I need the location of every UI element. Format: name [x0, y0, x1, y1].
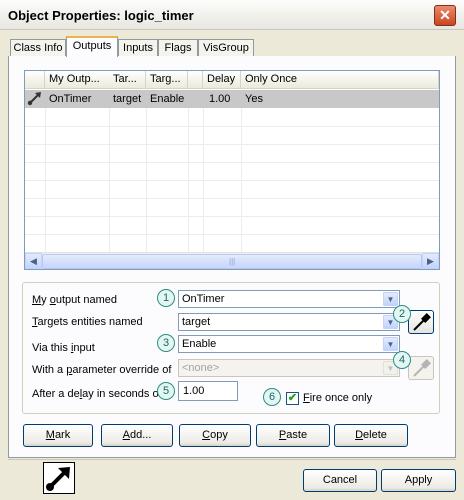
- input-label: Via this input: [32, 342, 95, 354]
- chevron-down-icon[interactable]: ▼: [383, 337, 398, 351]
- output-dropdown[interactable]: OnTimer ▼: [178, 290, 400, 308]
- badge-5: 5: [157, 382, 175, 400]
- entity-output-icon: [43, 462, 75, 494]
- table-row[interactable]: OnTimer target Enable 1.00 Yes: [25, 90, 439, 108]
- cell-my-output: OnTimer: [49, 93, 92, 105]
- delay-input[interactable]: 1.00: [178, 381, 238, 401]
- parameter-label: With a parameter override of: [32, 364, 172, 376]
- badge-1: 1: [157, 289, 175, 307]
- chevron-down-icon[interactable]: ▼: [383, 292, 398, 306]
- tab-flags[interactable]: Flags: [158, 39, 198, 57]
- column-header-delay[interactable]: Delay: [203, 71, 241, 89]
- fire-once-label[interactable]: Fire once only: [303, 392, 372, 404]
- targets-label: Targets entities named: [32, 316, 143, 328]
- column-header-target[interactable]: Tar...: [109, 71, 146, 89]
- input-dropdown[interactable]: Enable ▼: [178, 335, 400, 353]
- scroll-grip-icon: |||: [229, 257, 236, 266]
- scroll-left-button[interactable]: ◀: [25, 253, 42, 269]
- scroll-right-button[interactable]: ▶: [422, 253, 439, 269]
- copy-button[interactable]: Copy: [179, 424, 251, 447]
- parameter-dropdown[interactable]: <none> ▼: [178, 359, 400, 377]
- output-label: My output named: [32, 294, 118, 306]
- mark-button[interactable]: Mark: [23, 424, 93, 447]
- tab-class-info[interactable]: Class Info: [10, 39, 66, 57]
- badge-6: 6: [263, 388, 281, 406]
- targets-value: target: [182, 316, 211, 328]
- delete-button[interactable]: Delete: [334, 424, 408, 447]
- cell-target-input: Enable: [150, 93, 185, 105]
- eyedropper-button[interactable]: [408, 310, 434, 334]
- close-button[interactable]: ✕: [434, 5, 456, 26]
- window-title: Object Properties: logic_timer: [8, 8, 194, 23]
- delay-label: After a delay in seconds of: [32, 388, 162, 400]
- separator: [8, 459, 456, 460]
- cell-only-once: Yes: [245, 93, 263, 105]
- scroll-thumb[interactable]: |||: [42, 254, 422, 269]
- output-value: OnTimer: [182, 293, 225, 305]
- badge-4: 4: [393, 351, 411, 369]
- tab-visgroup[interactable]: VisGroup: [198, 39, 254, 57]
- apply-button[interactable]: Apply: [381, 469, 456, 492]
- output-arrow-icon: [25, 90, 45, 108]
- cell-target: target: [113, 93, 142, 105]
- targets-dropdown[interactable]: target ▼: [178, 313, 400, 331]
- input-value: Enable: [182, 338, 217, 350]
- badge-2: 2: [393, 305, 411, 323]
- eyedropper-icon: [413, 313, 431, 331]
- horizontal-scrollbar[interactable]: ◀ ||| ▶: [25, 252, 439, 269]
- add-button[interactable]: Add...: [101, 424, 173, 447]
- tab-outputs[interactable]: Outputs: [66, 36, 118, 57]
- column-header-only-once[interactable]: Only Once: [241, 71, 439, 89]
- fire-once-checkbox[interactable]: ✔: [286, 392, 299, 405]
- title-bar: Object Properties: logic_timer ✕: [0, 0, 464, 30]
- paste-button[interactable]: Paste: [256, 424, 330, 447]
- column-header-icon[interactable]: [25, 71, 45, 89]
- parameter-value: <none>: [182, 362, 220, 374]
- column-header-parameter[interactable]: [188, 71, 203, 89]
- cancel-button[interactable]: Cancel: [303, 469, 377, 492]
- outputs-list[interactable]: My Outp... Tar... Targ... Delay Only Onc…: [24, 70, 440, 270]
- eyedropper-button-disabled[interactable]: [408, 356, 434, 380]
- eyedropper-icon: [413, 359, 431, 377]
- cell-delay: 1.00: [209, 93, 231, 105]
- column-header-target-input[interactable]: Targ...: [146, 71, 188, 89]
- tab-inputs[interactable]: Inputs: [118, 39, 158, 57]
- badge-3: 3: [157, 334, 175, 352]
